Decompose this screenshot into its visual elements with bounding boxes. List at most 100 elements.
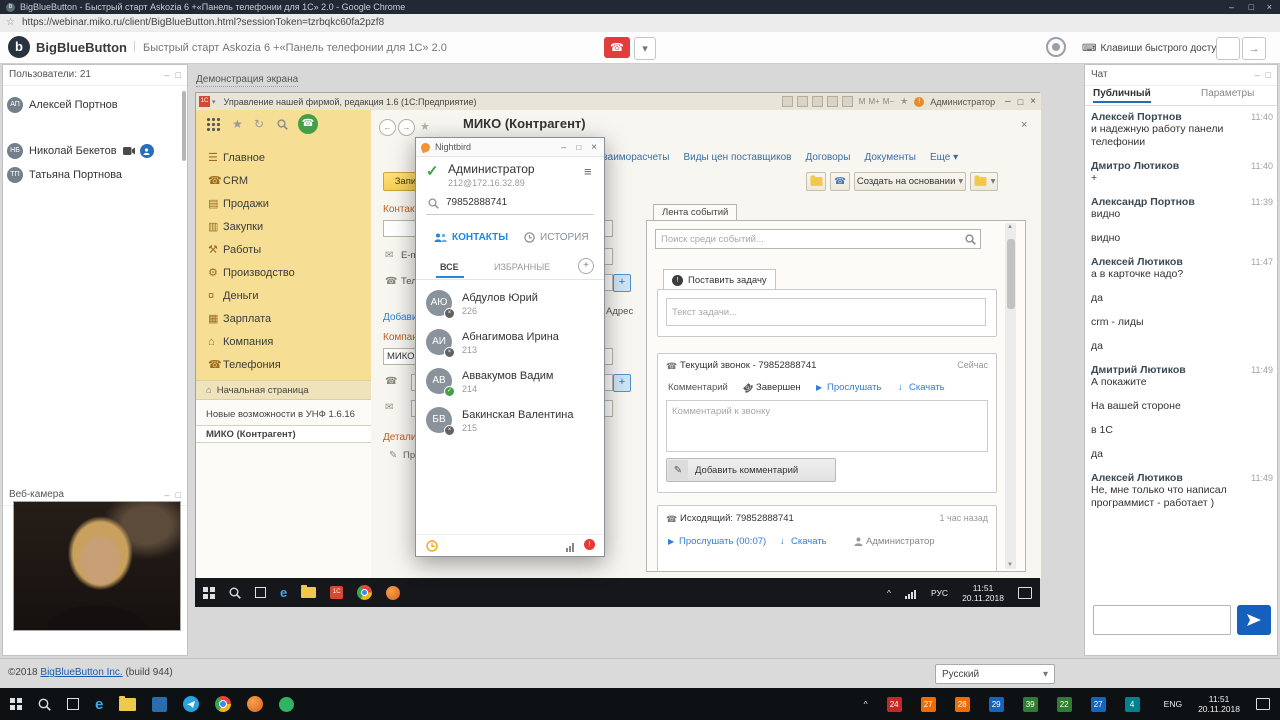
nightbird-titlebar[interactable]: Nightbird – □ ×: [416, 138, 604, 157]
explorer-icon[interactable]: [119, 695, 137, 711]
tab-chat-options[interactable]: Параметры: [1201, 88, 1254, 99]
search-icon[interactable]: [277, 119, 288, 130]
recent-clock-icon[interactable]: [426, 540, 438, 552]
history-icon[interactable]: ↻: [254, 117, 264, 131]
download-link[interactable]: Скачать: [791, 536, 827, 547]
audio-settings-button[interactable]: ▾: [634, 37, 656, 60]
sidebar-item-company[interactable]: ⌂ Компания: [196, 330, 371, 353]
tray-monitor-chip[interactable]: 24: [886, 696, 902, 712]
explorer-icon[interactable]: [301, 585, 317, 598]
task-view-icon[interactable]: [67, 698, 79, 710]
tab-price-kinds[interactable]: Виды цен поставщиков: [683, 152, 791, 163]
window-minimize-button[interactable]: –: [1229, 0, 1234, 14]
event-feed-tab[interactable]: Лента событий: [653, 204, 738, 221]
chevron-down-icon[interactable]: ▾: [212, 98, 216, 106]
chat-message-input[interactable]: [1093, 605, 1231, 635]
tab-more[interactable]: Еще ▾: [930, 152, 958, 163]
tray-monitor-chip[interactable]: 27: [1090, 696, 1106, 712]
notification-center-icon[interactable]: [1256, 698, 1270, 710]
sidebar-item-main[interactable]: ☰ Главное: [196, 146, 371, 169]
onec-close-button[interactable]: ×: [1030, 96, 1036, 107]
record-indicator[interactable]: [1046, 37, 1066, 57]
scroll-up-icon[interactable]: ▲: [1007, 224, 1013, 230]
app-icon-green[interactable]: [279, 696, 295, 712]
feed-scrollbar[interactable]: ▲ ▼: [1005, 223, 1016, 569]
calculator-icon[interactable]: [826, 96, 838, 107]
task-text-input[interactable]: [666, 298, 986, 326]
memory-key[interactable]: М+: [868, 97, 879, 106]
nightbird-close-button[interactable]: ×: [591, 142, 597, 153]
print-icon[interactable]: [781, 96, 793, 107]
language-select[interactable]: Русский ▾: [935, 664, 1055, 684]
home-page-link[interactable]: ⌂ Начальная страница: [196, 380, 371, 400]
shortcut-keys-button[interactable]: ⌨ Клавиши быстрого доступа: [1082, 38, 1227, 58]
panel-popout-icon[interactable]: □: [176, 70, 181, 80]
sidebar-item-works[interactable]: ⚒ Работы: [196, 238, 371, 261]
users-scrollbar[interactable]: [182, 91, 186, 161]
hangup-button[interactable]: ☎: [604, 37, 630, 58]
form-close-button[interactable]: ×: [1021, 119, 1027, 131]
sidebar-item-production[interactable]: ⚙ Производство: [196, 261, 371, 284]
dial-search-input[interactable]: 79852888741: [446, 197, 507, 208]
url-text[interactable]: https://webinar.miko.ru/client/BigBlueBu…: [22, 14, 384, 32]
apps-grid-icon[interactable]: [206, 117, 220, 131]
chrome-icon[interactable]: [215, 696, 232, 712]
edge-icon[interactable]: e: [280, 585, 287, 600]
tray-expand-icon[interactable]: ^: [864, 699, 868, 709]
favorites-star-icon[interactable]: ★: [232, 117, 243, 131]
onec-taskbar-icon[interactable]: 1С: [330, 586, 344, 599]
fullscreen-button[interactable]: →: [1242, 37, 1266, 60]
window-close-button[interactable]: ×: [1267, 0, 1272, 14]
address-bar[interactable]: ☆ https://webinar.miko.ru/client/BigBlue…: [0, 14, 1280, 33]
language-indicator[interactable]: РУС: [931, 588, 948, 598]
chrome-icon[interactable]: [357, 585, 373, 600]
scroll-down-icon[interactable]: ▼: [1007, 562, 1013, 568]
tray-monitor-chip[interactable]: 27: [920, 696, 936, 712]
info-icon[interactable]: !: [914, 96, 925, 107]
taskbar-search-icon[interactable]: [229, 587, 241, 599]
play-icon[interactable]: ▶: [668, 537, 674, 546]
add-contact-button[interactable]: +: [578, 258, 594, 274]
sidebar-item-telephony[interactable]: ☎ Телефония: [196, 353, 371, 376]
taskbar-search-icon[interactable]: [38, 698, 51, 711]
browser-icon[interactable]: [386, 585, 401, 600]
memory-key[interactable]: М: [859, 97, 866, 106]
tab-contacts[interactable]: КОНТАКТЫ: [434, 232, 508, 243]
tray-expand-icon[interactable]: ^: [887, 588, 891, 598]
memory-key[interactable]: М−: [883, 97, 894, 106]
add-comment-button[interactable]: ✎ Добавить комментарий: [666, 458, 836, 482]
download-icon[interactable]: ↓: [780, 536, 785, 547]
nightbird-maximize-button[interactable]: □: [576, 143, 581, 152]
tray-monitor-chip[interactable]: 28: [954, 696, 970, 712]
reports-dropdown-button[interactable]: ▾: [970, 172, 998, 191]
tray-monitor-chip[interactable]: 39: [1022, 696, 1038, 712]
nightbird-minimize-button[interactable]: –: [561, 142, 566, 152]
start-button[interactable]: [203, 586, 215, 599]
send-message-button[interactable]: [1237, 605, 1271, 635]
notification-center-icon[interactable]: [1018, 586, 1032, 599]
save-icon[interactable]: [796, 96, 808, 107]
tab-history[interactable]: ИСТОРИЯ: [524, 232, 589, 243]
sidebar-item-money[interactable]: ¤ Деньги: [196, 284, 371, 307]
open-window-link[interactable]: Новые возможности в УНФ 1.6.16: [196, 405, 371, 423]
play-icon[interactable]: ▶: [816, 383, 822, 392]
tab-public-chat[interactable]: Публичный: [1093, 88, 1151, 103]
listen-link[interactable]: Прослушать: [827, 382, 881, 393]
telegram-icon[interactable]: [183, 696, 200, 712]
window-maximize-button[interactable]: □: [1249, 0, 1254, 14]
create-task-tab[interactable]: ! Поставить задачу: [663, 269, 776, 290]
menu-hamburger-icon[interactable]: ≡: [584, 164, 592, 179]
tab-contracts[interactable]: Договоры: [805, 152, 850, 163]
search-icon[interactable]: [965, 234, 976, 245]
sidebar-item-purchases[interactable]: ▥ Закупки: [196, 215, 371, 238]
call-comment-textarea[interactable]: [666, 400, 988, 452]
open-window-link-active[interactable]: МИКО (Контрагент): [196, 425, 371, 443]
favorite-star-icon[interactable]: ★: [420, 120, 430, 133]
clock[interactable]: 11:51 20.11.2018: [962, 583, 1004, 603]
onec-maximize-button[interactable]: □: [1018, 97, 1023, 107]
start-button[interactable]: [10, 698, 22, 710]
panel-minimize-icon[interactable]: –: [1255, 70, 1260, 80]
tab-settlements[interactable]: Взаиморасчеты: [596, 152, 669, 163]
task-view-icon[interactable]: [255, 587, 266, 598]
add-company-phone-button[interactable]: +: [613, 374, 631, 392]
